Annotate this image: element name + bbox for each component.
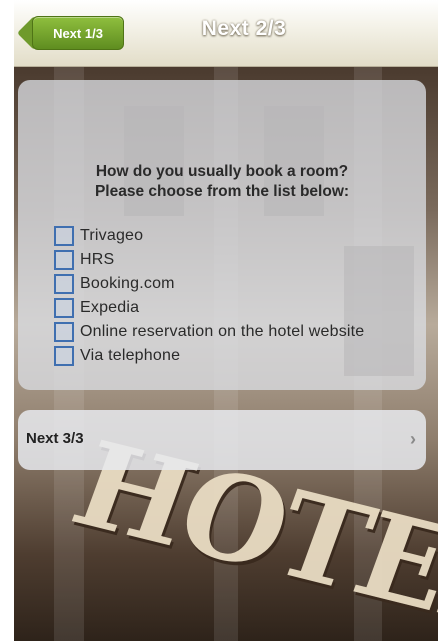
question-text: How do you usually book a room? Please c… (18, 162, 426, 202)
option-label: Trivageo (80, 227, 144, 244)
checkbox[interactable] (54, 346, 74, 366)
option-label: Online reservation on the hotel website (80, 323, 365, 340)
header-bar: Next 1/3 Next 2/3 (14, 0, 438, 67)
option-label: Expedia (80, 299, 140, 316)
option-label: Booking.com (80, 275, 175, 292)
options-list: Trivageo HRS Booking.com Expedia Online … (54, 224, 364, 368)
checkbox[interactable] (54, 322, 74, 342)
option-expedia[interactable]: Expedia (54, 296, 364, 320)
option-trivageo[interactable]: Trivageo (54, 224, 364, 248)
page-title: Next 2/3 (201, 17, 287, 40)
chevron-right-icon: › (410, 429, 416, 449)
option-label: Via telephone (80, 347, 181, 364)
option-label: HRS (80, 251, 115, 268)
option-hotel-website[interactable]: Online reservation on the hotel website (54, 320, 364, 344)
checkbox[interactable] (54, 298, 74, 318)
option-booking-com[interactable]: Booking.com (54, 272, 364, 296)
back-button-label: Next 1/3 (32, 16, 124, 50)
app-screen: HOTEL Next 1/3 Next 2/3 How do you usual… (14, 0, 438, 641)
question-line-2: Please choose from the list below: (94, 183, 350, 200)
checkbox[interactable] (54, 226, 74, 246)
option-hrs[interactable]: HRS (54, 248, 364, 272)
question-line-1: How do you usually book a room? (95, 163, 349, 180)
checkbox[interactable] (54, 250, 74, 270)
question-card: How do you usually book a room? Please c… (18, 80, 426, 390)
checkbox[interactable] (54, 274, 74, 294)
next-page-label: Next 3/3 (26, 430, 84, 447)
next-page-row[interactable]: Next 3/3 › (18, 410, 426, 470)
option-telephone[interactable]: Via telephone (54, 344, 364, 368)
back-button[interactable]: Next 1/3 (17, 16, 124, 50)
